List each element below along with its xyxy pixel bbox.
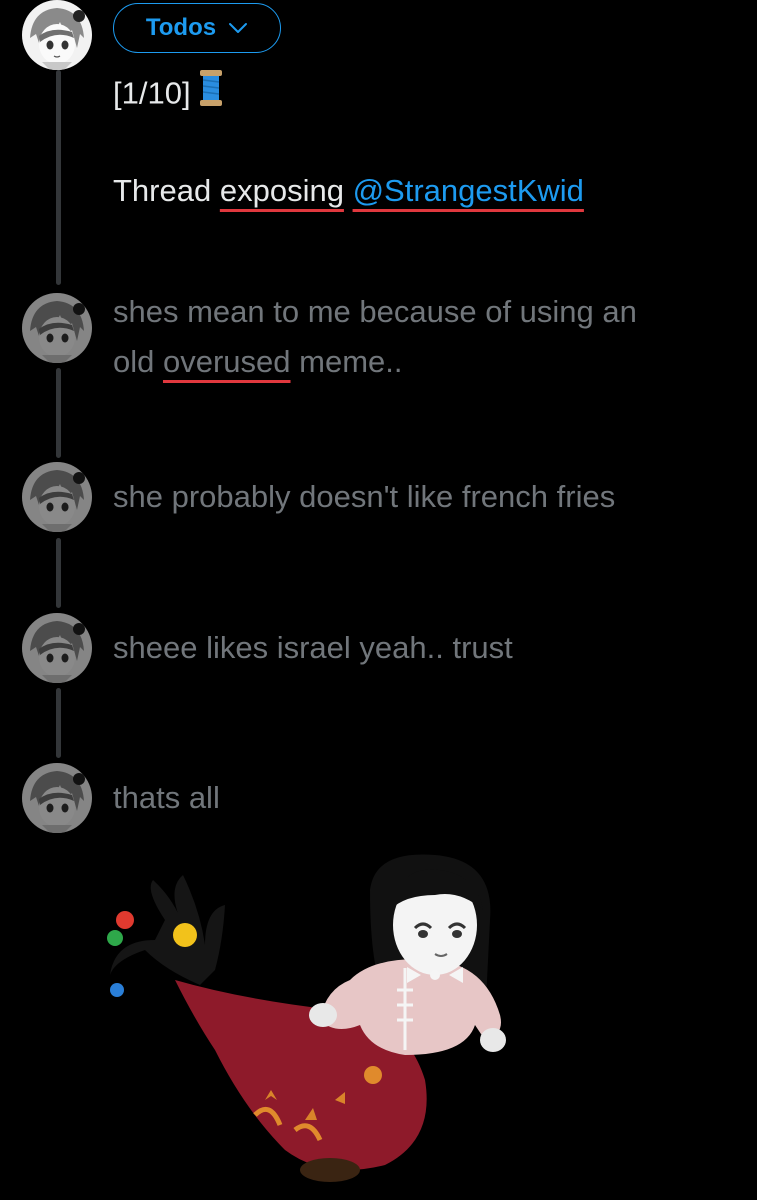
tweet-text: thats all (113, 780, 220, 815)
thread-connector (56, 688, 61, 758)
anime-avatar-icon (22, 613, 92, 683)
spool-of-thread-icon (199, 68, 223, 123)
tweet-text: she probably doesn't like french fries (113, 479, 616, 514)
avatar[interactable] (22, 0, 92, 70)
anime-avatar-icon (22, 462, 92, 532)
tweet-5-text[interactable]: thats all (113, 773, 220, 823)
tweet-text: Thread (113, 173, 220, 208)
plush-illustration (107, 854, 506, 1182)
tweet-1-line-2[interactable]: Thread exposing @StrangestKwid (113, 166, 584, 216)
avatar[interactable] (22, 763, 92, 833)
tweet-3-text[interactable]: she probably doesn't like french fries (113, 472, 615, 522)
avatar[interactable] (22, 462, 92, 532)
tweet-text: old (113, 344, 163, 379)
mention-link[interactable]: @StrangestKwid (353, 173, 584, 208)
anime-avatar-icon (22, 763, 92, 833)
mermaid-plush-doll-image[interactable] (105, 850, 525, 1195)
misspelled-word[interactable]: exposing (220, 173, 344, 208)
avatar[interactable] (22, 613, 92, 683)
anime-avatar-icon (22, 0, 92, 70)
tweet-text (344, 173, 353, 208)
tweet-text: meme.. (290, 344, 403, 379)
misspelled-word[interactable]: overused (163, 344, 291, 379)
thread-connector (56, 538, 61, 608)
avatar[interactable] (22, 293, 92, 363)
thread-connector (56, 368, 61, 458)
tweet-text: shes mean to me because of using an (113, 294, 637, 329)
tweet-1-line-1[interactable]: [1/10] (113, 68, 223, 123)
chevron-down-icon (229, 23, 248, 33)
thread-connector (56, 70, 61, 285)
tweet-4-text[interactable]: sheee likes israel yeah.. trust (113, 623, 513, 673)
audience-label: Todos (145, 14, 217, 41)
audience-selector-button[interactable]: Todos (113, 3, 281, 53)
tweet-text: sheee likes israel yeah.. trust (113, 630, 513, 665)
tweet-2-line-2[interactable]: old overused meme.. (113, 337, 402, 387)
anime-avatar-icon (22, 293, 92, 363)
thread-counter: [1/10] (113, 75, 191, 111)
tweet-2-line-1[interactable]: shes mean to me because of using an (113, 287, 637, 337)
